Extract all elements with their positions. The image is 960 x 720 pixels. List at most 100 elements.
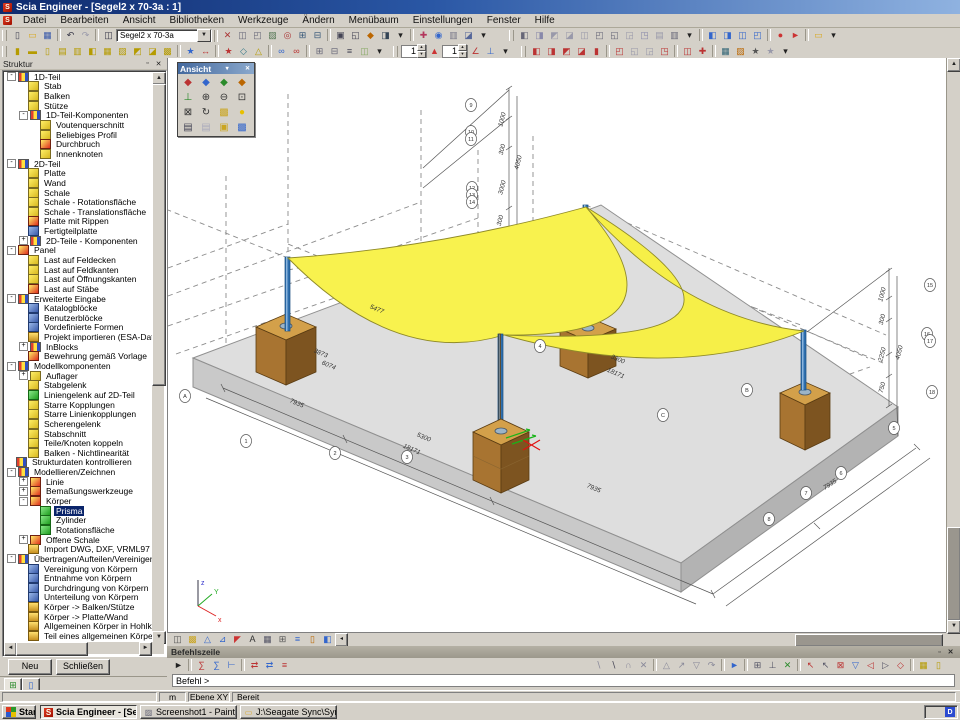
star-icon[interactable]: ★ bbox=[183, 45, 198, 58]
block-right[interactable] bbox=[780, 382, 830, 450]
mv2-icon[interactable]: ◱ bbox=[627, 45, 642, 58]
tree-item[interactable]: Schale - Rotationsfläche bbox=[4, 197, 152, 207]
axo-icon[interactable]: △ bbox=[200, 633, 215, 646]
line1-icon[interactable]: ∖ bbox=[591, 659, 606, 672]
fly-icon[interactable]: ► bbox=[788, 29, 803, 42]
haunch-icon[interactable]: ◧ bbox=[85, 45, 100, 58]
collapse-box-icon[interactable]: - bbox=[7, 159, 16, 168]
move-node-icon[interactable]: ↔ bbox=[198, 45, 213, 58]
tree-item[interactable]: -1D-Teil-Komponenten bbox=[4, 111, 152, 121]
tree-item[interactable]: Fertigteilplatte bbox=[4, 226, 152, 236]
tree-item[interactable]: -Körper bbox=[4, 496, 152, 506]
redo-icon[interactable]: ↷ bbox=[78, 29, 93, 42]
color-box-icon[interactable]: ▩ bbox=[233, 120, 251, 135]
spin-up-icon[interactable]: ▲ bbox=[417, 44, 426, 51]
expand-box-icon[interactable]: + bbox=[19, 535, 28, 544]
dot3-icon[interactable]: ▯ bbox=[931, 659, 946, 672]
erase-icon[interactable]: ✕ bbox=[636, 659, 651, 672]
expand-box-icon[interactable]: + bbox=[19, 342, 28, 351]
tree-item[interactable]: Vordefinierte Formen bbox=[4, 323, 152, 333]
link3-icon[interactable]: ◫ bbox=[735, 29, 750, 42]
poly-icon[interactable]: △ bbox=[251, 45, 266, 58]
mod4-icon[interactable]: ◫ bbox=[357, 45, 372, 58]
spin-up-icon[interactable]: ▲ bbox=[458, 44, 467, 51]
tree-item[interactable]: Liniengelenk auf 2D-Teil bbox=[4, 390, 152, 400]
menu-menbaum[interactable]: Menübaum bbox=[342, 14, 406, 27]
wnd1-icon[interactable]: ◧ bbox=[517, 29, 532, 42]
tree-item[interactable]: Teil eines allgemeinen Körpers zu Ba bbox=[4, 631, 152, 641]
render-box-icon[interactable]: ▩ bbox=[215, 105, 233, 120]
arc-icon[interactable]: ∩ bbox=[621, 659, 636, 672]
snap2-icon[interactable]: ↖ bbox=[818, 659, 833, 672]
tree-item[interactable]: +Auflager bbox=[4, 371, 152, 381]
folder-dd-icon[interactable]: ▾ bbox=[826, 29, 841, 42]
collapse-box-icon[interactable]: - bbox=[7, 468, 16, 477]
tree-item[interactable]: Stabgelenk bbox=[4, 381, 152, 391]
tree-item[interactable]: -Panel bbox=[4, 246, 152, 256]
wnd9-icon[interactable]: ◳ bbox=[637, 29, 652, 42]
rib-icon[interactable]: ▥ bbox=[70, 45, 85, 58]
menu-bearbeiten[interactable]: Bearbeiten bbox=[53, 14, 115, 27]
collapse-box-icon[interactable]: - bbox=[19, 111, 28, 120]
tree-item[interactable]: +2D-Teile - Komponenten bbox=[4, 236, 152, 246]
tree-item[interactable]: Strukturdaten kontrollieren bbox=[4, 458, 152, 468]
tree-item[interactable]: Stütze bbox=[4, 101, 152, 111]
schliessen-button[interactable]: Schließen bbox=[56, 659, 110, 675]
scroll-down-icon[interactable]: ▼ bbox=[947, 620, 960, 634]
link4-icon[interactable]: ◰ bbox=[750, 29, 765, 42]
wnd6-icon[interactable]: ◰ bbox=[592, 29, 607, 42]
shell-icon[interactable]: ▩ bbox=[160, 45, 175, 58]
mod3-icon[interactable]: ≡ bbox=[342, 45, 357, 58]
tree-item[interactable]: Benutzerblöcke bbox=[4, 313, 152, 323]
tree-item[interactable]: Last auf Feldecken bbox=[4, 255, 152, 265]
snap5-icon[interactable]: ◁ bbox=[863, 659, 878, 672]
view-front-icon[interactable]: ◆ bbox=[179, 75, 197, 90]
tree-item[interactable]: -Übertragen/Aufteilen/Vereinigen bbox=[4, 554, 152, 564]
taskbar-task-paint[interactable]: ▨Screenshot1 - Paint bbox=[140, 705, 237, 719]
bw-box-icon[interactable]: ▣ bbox=[215, 120, 233, 135]
pin-icon[interactable]: ▫ bbox=[142, 60, 153, 67]
tree-item[interactable]: Körper -> Platte/Wand bbox=[4, 612, 152, 622]
spin-down-icon[interactable]: ▼ bbox=[417, 51, 426, 58]
palette-close-icon[interactable]: ✕ bbox=[243, 65, 252, 72]
tree-item[interactable]: Durchbruch bbox=[4, 139, 152, 149]
pt1-icon[interactable]: △ bbox=[659, 659, 674, 672]
mdi-child-icon[interactable]: S bbox=[3, 16, 12, 25]
cfg-dd-icon[interactable]: ▾ bbox=[778, 45, 793, 58]
tree-item[interactable]: Starre Kopplungen bbox=[4, 400, 152, 410]
collapse-box-icon[interactable]: - bbox=[7, 246, 16, 255]
tree-vscroll-thumb[interactable] bbox=[152, 84, 166, 386]
close-icon[interactable]: ✕ bbox=[945, 648, 956, 656]
ucs-icon[interactable]: ⊥ bbox=[179, 90, 197, 105]
view-side-icon[interactable]: ◆ bbox=[197, 75, 215, 90]
table2-icon[interactable]: ⊟ bbox=[310, 29, 325, 42]
mod1-icon[interactable]: ⊞ bbox=[312, 45, 327, 58]
tree-item[interactable]: Schale bbox=[4, 188, 152, 198]
search-icon[interactable]: ◉ bbox=[431, 29, 446, 42]
more2-dd-icon[interactable]: ▾ bbox=[476, 29, 491, 42]
package-icon[interactable]: ◆ bbox=[363, 29, 378, 42]
sum-blue-icon[interactable]: ∑ bbox=[209, 659, 224, 672]
text-icon[interactable]: A bbox=[245, 633, 260, 646]
axis2-icon[interactable]: ∠ bbox=[468, 45, 483, 58]
script-icon[interactable]: ≡ bbox=[290, 633, 305, 646]
node-icon[interactable]: ▮ bbox=[10, 45, 25, 58]
tree-item[interactable]: Wand bbox=[4, 178, 152, 188]
wnd4-icon[interactable]: ◪ bbox=[562, 29, 577, 42]
tree-item[interactable]: -1D-Teil bbox=[4, 72, 152, 82]
wnd10-icon[interactable]: ▤ bbox=[652, 29, 667, 42]
menu-einstellungen[interactable]: Einstellungen bbox=[406, 14, 480, 27]
tree-item[interactable]: Innenknoten bbox=[4, 149, 152, 159]
column-icon[interactable]: ▯ bbox=[40, 45, 55, 58]
menu-fenster[interactable]: Fenster bbox=[480, 14, 528, 27]
link1-icon[interactable]: ◧ bbox=[705, 29, 720, 42]
status-plane[interactable]: Ebene XY bbox=[188, 692, 230, 702]
menu-ansicht[interactable]: Ansicht bbox=[116, 14, 163, 27]
pt4-icon[interactable]: ↷ bbox=[704, 659, 719, 672]
cfg2-icon[interactable]: ★ bbox=[763, 45, 778, 58]
exit-icon[interactable]: ▯ bbox=[305, 633, 320, 646]
tree-item[interactable]: Teile/Knoten koppeln bbox=[4, 438, 152, 448]
taskbar-task-folder[interactable]: ▭J:\Seagate Sync\SyncRe... bbox=[240, 705, 337, 719]
screen-icon[interactable]: ◧ bbox=[320, 633, 335, 646]
shade-cube-icon[interactable]: ▩ bbox=[185, 633, 200, 646]
